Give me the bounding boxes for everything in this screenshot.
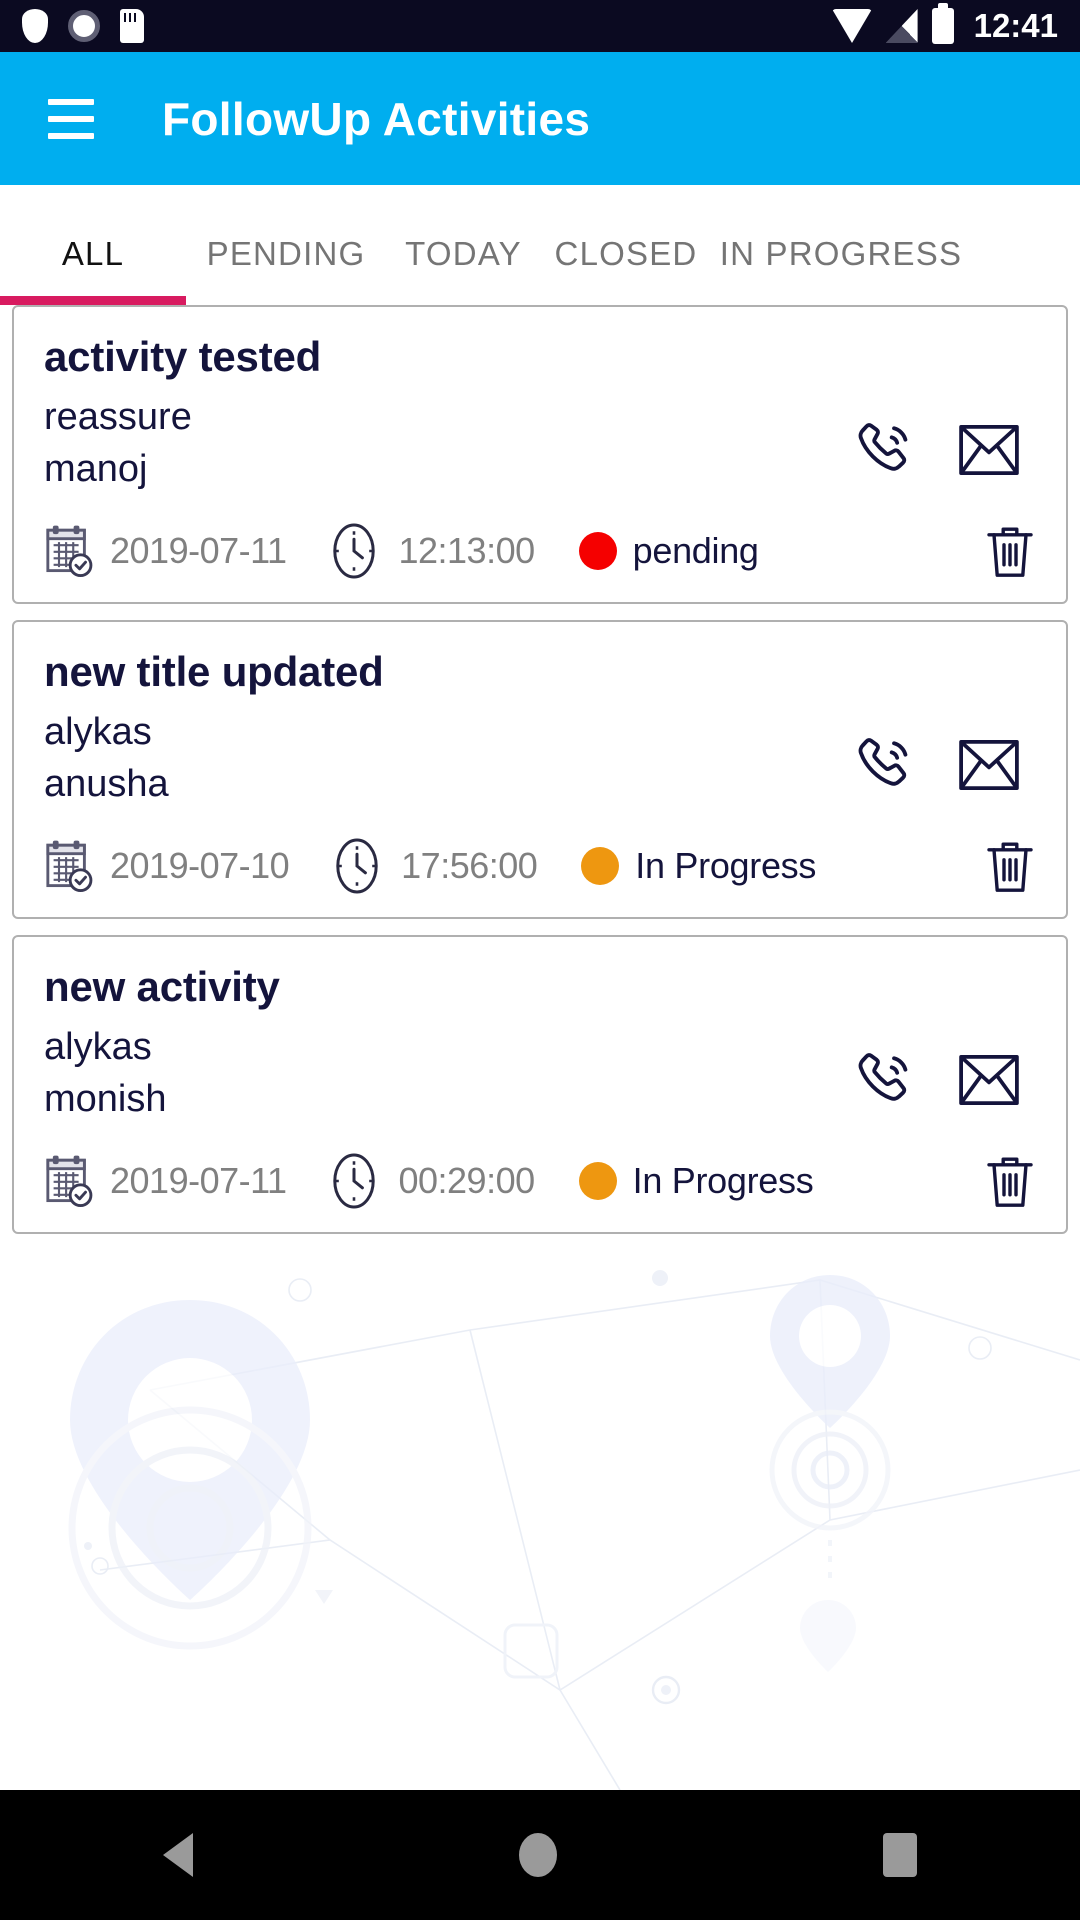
envelope-icon[interactable] <box>958 424 1020 476</box>
activity-date-text: 2019-07-11 <box>110 1159 287 1201</box>
activity-time: 17:56:00 <box>329 837 538 895</box>
activity-meta-row: 2019-07-11 12:13:00 pending <box>44 522 1036 580</box>
activity-time-text: 12:13:00 <box>398 529 535 571</box>
background-watermark <box>68 1270 1080 1790</box>
phone-call-icon[interactable] <box>854 419 916 481</box>
activity-time-text: 17:56:00 <box>401 844 538 886</box>
activity-contact-actions <box>854 1049 1020 1111</box>
activity-contact-actions <box>854 734 1020 796</box>
status-dot <box>578 531 617 570</box>
tab-all[interactable]: ALL <box>0 235 186 305</box>
wifi-icon <box>831 9 872 43</box>
signal-icon <box>885 9 918 43</box>
shield-icon <box>22 9 48 43</box>
home-circle-icon[interactable] <box>519 1833 557 1877</box>
calendar-check-icon <box>46 525 93 577</box>
activity-meta-row: 2019-07-11 00:29:00 In Progress <box>44 1152 1036 1210</box>
back-triangle-icon[interactable] <box>163 1833 193 1877</box>
activity-card[interactable]: new activity alykas monish 2019-07-11 00… <box>12 934 1068 1234</box>
status-dot <box>578 1161 617 1200</box>
status-badge: pending <box>578 529 759 572</box>
activity-title: new activity <box>44 962 280 1010</box>
tab-in-progress[interactable]: IN PROGRESS <box>711 235 971 305</box>
tab-bar: ALL PENDING TODAY CLOSED IN PROGRESS <box>0 185 1080 305</box>
activity-date-text: 2019-07-10 <box>110 844 290 886</box>
sd-card-icon <box>120 9 144 43</box>
phone-call-icon[interactable] <box>854 1049 916 1111</box>
activity-title: activity tested <box>44 333 322 380</box>
status-label: In Progress <box>635 844 817 886</box>
activity-date: 2019-07-11 <box>44 1154 287 1208</box>
status-bar-clock: 12:41 <box>973 7 1058 44</box>
activity-time-text: 00:29:00 <box>398 1159 535 1201</box>
trash-icon[interactable] <box>984 522 1036 580</box>
status-badge: In Progress <box>581 845 816 887</box>
activity-time: 00:29:00 <box>326 1152 535 1210</box>
recents-square-icon[interactable] <box>883 1833 917 1877</box>
trash-icon[interactable] <box>984 837 1036 895</box>
phone-call-icon[interactable] <box>854 734 916 796</box>
status-bar-left-icons <box>22 9 144 43</box>
calendar-check-icon <box>46 1155 93 1207</box>
hamburger-menu-icon[interactable] <box>48 98 94 139</box>
status-badge: In Progress <box>578 1159 814 1202</box>
activity-date: 2019-07-10 <box>44 839 290 893</box>
activity-card[interactable]: activity tested reassure manoj 2019-07-1… <box>12 305 1068 604</box>
phone-screen: 12:41 FollowUp Activities ALL PENDING TO… <box>0 0 1080 1920</box>
activity-title: new title updated <box>44 647 384 695</box>
tab-pending[interactable]: PENDING <box>186 235 386 305</box>
envelope-icon[interactable] <box>958 739 1020 791</box>
dial-icon <box>68 10 100 42</box>
tab-today[interactable]: TODAY <box>386 235 541 305</box>
status-bar: 12:41 <box>0 0 1080 52</box>
activity-date: 2019-07-11 <box>44 524 287 578</box>
tab-closed[interactable]: CLOSED <box>541 235 711 305</box>
calendar-check-icon <box>46 840 93 892</box>
page-title: FollowUp Activities <box>162 92 591 145</box>
status-label: pending <box>632 529 759 571</box>
trash-icon[interactable] <box>984 1152 1036 1210</box>
clock-icon <box>333 523 376 579</box>
activity-contact-actions <box>854 419 1020 481</box>
clock-icon <box>336 838 378 894</box>
system-nav-bar <box>0 1790 1080 1920</box>
activity-card[interactable]: new title updated alykas anusha 2019-07-… <box>12 619 1068 919</box>
activity-date-text: 2019-07-11 <box>110 529 287 571</box>
status-label: In Progress <box>632 1159 814 1201</box>
status-dot <box>581 846 620 885</box>
status-bar-right-icons: 12:41 <box>831 3 1058 45</box>
activity-time: 12:13:00 <box>326 522 535 580</box>
activity-list: activity tested reassure manoj 2019-07-1… <box>0 305 1080 1234</box>
app-bar: FollowUp Activities <box>0 52 1080 185</box>
envelope-icon[interactable] <box>958 1054 1020 1106</box>
clock-icon <box>333 1153 376 1209</box>
battery-icon <box>931 3 954 44</box>
activity-meta-row: 2019-07-10 17:56:00 In Progress <box>44 837 1036 895</box>
